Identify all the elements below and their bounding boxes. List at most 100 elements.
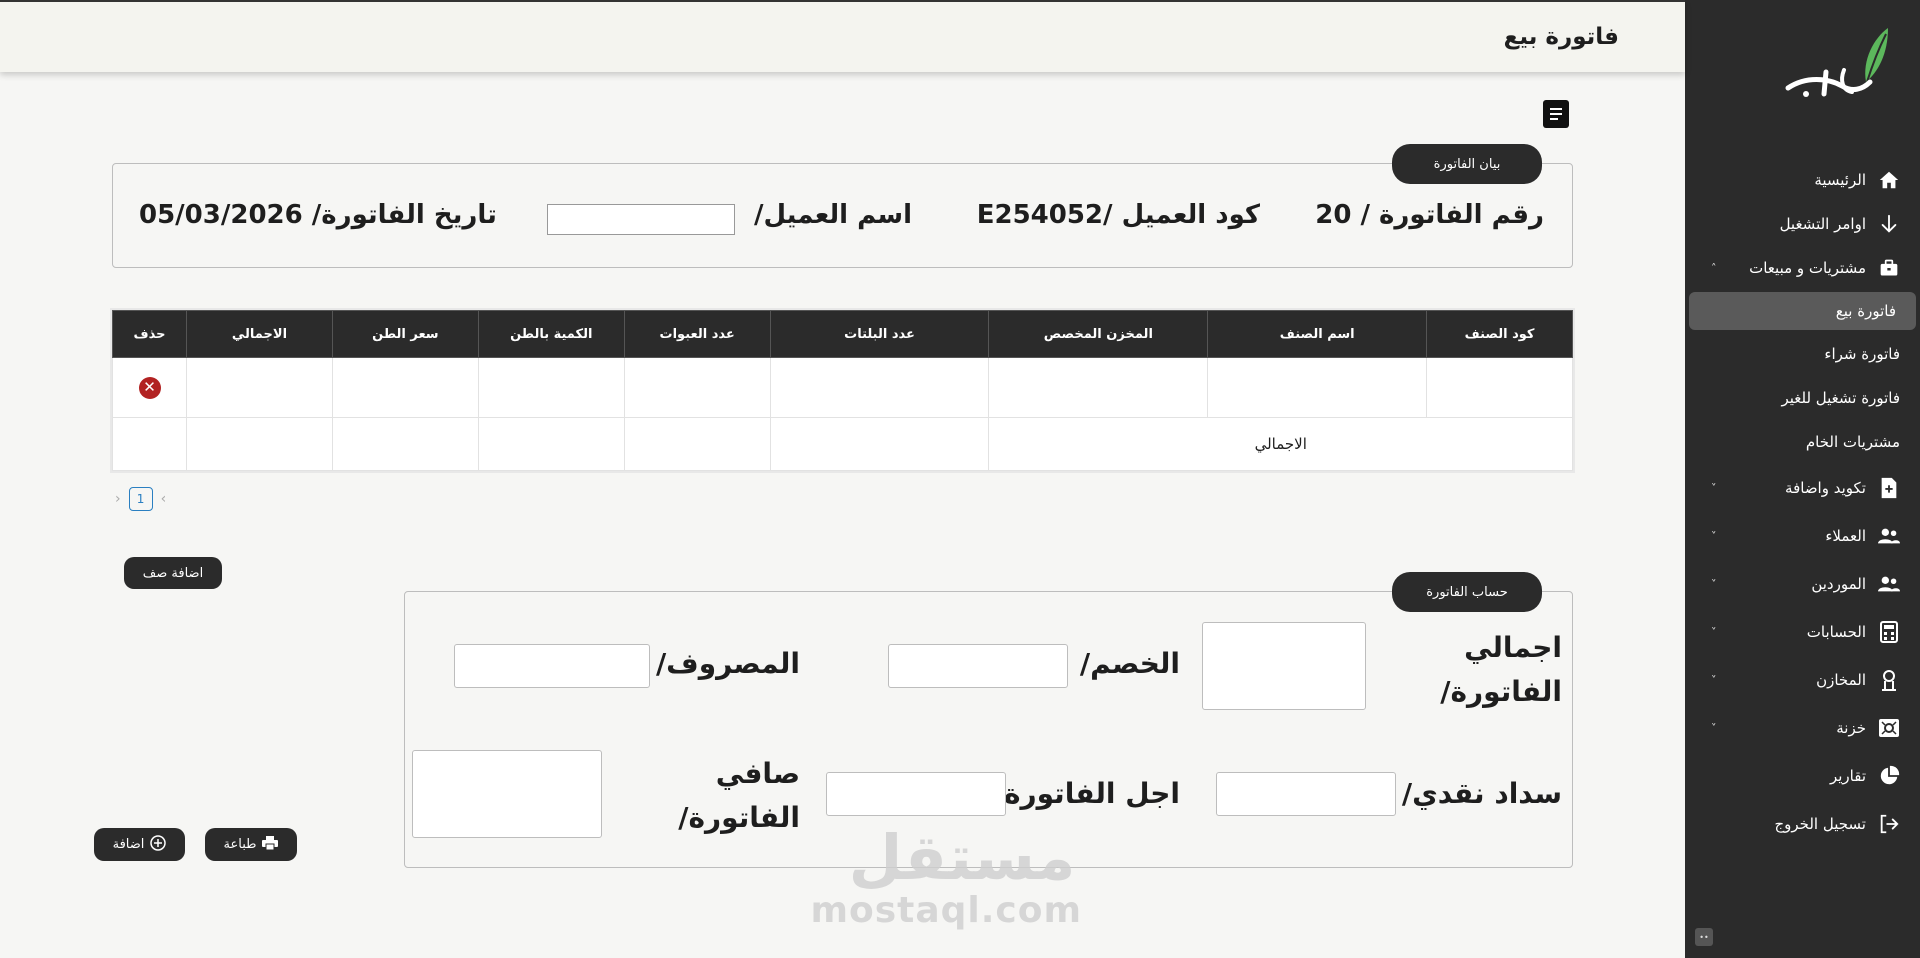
sidebar-item-label: الموردين	[1811, 575, 1866, 593]
sidebar-item-safe[interactable]: خزنة ˅	[1685, 704, 1920, 752]
invoice-info-box: بيان الفاتورة رقم الفاتورة / 20 كود العم…	[112, 144, 1573, 268]
net-invoice-label: صافي الفاتورة/	[678, 757, 800, 834]
sidebar-item-label: اوامر التشغيل	[1779, 215, 1866, 233]
chevron-up-icon[interactable]: ˄	[1711, 262, 1717, 275]
invoice-date: تاريخ الفاتورة/ 05/03/2026	[139, 200, 497, 230]
net-invoice-input[interactable]	[412, 750, 602, 838]
sidebar-item-label: تسجيل الخروج	[1774, 815, 1866, 833]
col-pallets: عدد البلتات	[769, 310, 990, 358]
file-plus-icon	[1876, 475, 1902, 501]
sidebar-item-customers[interactable]: العملاء ˅	[1685, 512, 1920, 560]
print-button[interactable]: طباعة	[205, 828, 297, 861]
total-label: الاجمالي	[988, 417, 1573, 471]
chevron-down-icon[interactable]: ˅	[1711, 530, 1717, 543]
total-cell-empty	[111, 417, 188, 471]
sidebar-item-operations[interactable]: اوامر التشغيل	[1685, 202, 1920, 246]
expense-input[interactable]	[454, 644, 650, 688]
table-header-row: كود الصنف اسم الصنف المخزن المخصص عدد ال…	[111, 310, 1573, 358]
plus-circle-icon	[150, 834, 167, 855]
total-cell-pallets	[769, 417, 990, 471]
print-label: طباعة	[223, 837, 257, 852]
users-icon	[1876, 571, 1902, 597]
sidebar-item-reports[interactable]: تقارير	[1685, 752, 1920, 800]
calculator-icon	[1876, 619, 1902, 645]
invoice-number: رقم الفاتورة / 20	[1315, 200, 1544, 230]
sidebar-subitem-label: فاتورة بيع	[1835, 302, 1896, 320]
sidebar-item-label: خزنة	[1836, 719, 1866, 737]
main-content: فاتورة بيع بيان الفاتورة رقم الفاتورة / …	[0, 0, 1685, 958]
deferred-input[interactable]	[826, 772, 1006, 816]
pagination: › 1 ‹	[115, 487, 166, 511]
customer-name-label: اسم العميل/	[753, 200, 912, 230]
sidebar-subitem-label: فاتورة تشغيل للغير	[1781, 389, 1900, 407]
top-header: فاتورة بيع	[0, 0, 1685, 72]
col-delete: حذف	[111, 310, 188, 358]
pie-chart-icon	[1876, 763, 1902, 789]
chevron-down-icon[interactable]: ˅	[1711, 578, 1717, 591]
cell-packages[interactable]	[623, 357, 771, 418]
home-icon	[1876, 167, 1902, 193]
sidebar-item-sales-purchases[interactable]: مشتريات و مبيعات ˄	[1685, 246, 1920, 290]
sidebar-item-suppliers[interactable]: الموردين ˅	[1685, 560, 1920, 608]
cell-price-ton[interactable]	[331, 357, 479, 418]
cell-delete: ✕	[111, 357, 188, 418]
chevron-down-icon[interactable]: ˅	[1711, 722, 1717, 735]
sidebar-item-logout[interactable]: تسجيل الخروج	[1685, 800, 1920, 848]
cell-pallets[interactable]	[769, 357, 990, 418]
customer-code: كود العميل /E254052	[976, 200, 1260, 230]
sidebar-subitem-purchase-invoice[interactable]: فاتورة شراء	[1685, 332, 1920, 376]
add-button[interactable]: اضافة	[94, 828, 185, 861]
briefcase-icon	[1876, 255, 1902, 281]
document-icon[interactable]	[1543, 100, 1569, 128]
pager-page-1[interactable]: 1	[128, 487, 153, 511]
cell-total[interactable]	[186, 357, 333, 418]
printer-icon	[262, 835, 279, 854]
col-quantity-ton: الكمية بالطن	[477, 310, 625, 358]
pager-next-icon[interactable]: ‹	[161, 491, 167, 507]
brand-logo	[1766, 20, 1906, 110]
cell-item-name[interactable]	[1207, 357, 1428, 418]
sidebar-subitem-raw-purchases[interactable]: مشتريات الخام	[1685, 420, 1920, 464]
col-total: الاجمالي	[186, 310, 333, 358]
col-warehouse: المخزن المخصص	[988, 310, 1209, 358]
discount-label: الخصم/	[1079, 647, 1180, 680]
sidebar-item-accounts[interactable]: الحسابات ˅	[1685, 608, 1920, 656]
watermark-arabic: مستقل	[848, 821, 1076, 894]
arrow-down-icon	[1876, 211, 1902, 237]
invoice-calc-legend: حساب الفاتورة	[1392, 572, 1542, 612]
users-icon	[1876, 523, 1902, 549]
sidebar-item-coding[interactable]: تكويد واضافة ˅	[1685, 464, 1920, 512]
table-total-row: الاجمالي	[111, 417, 1573, 471]
cell-quantity-ton[interactable]	[477, 357, 625, 418]
sidebar-subitem-operation-invoice[interactable]: فاتورة تشغيل للغير	[1685, 376, 1920, 420]
cell-item-code[interactable]	[1426, 357, 1573, 418]
sidebar-subitem-label: فاتورة شراء	[1824, 345, 1900, 363]
cell-warehouse[interactable]	[988, 357, 1209, 418]
dev-toolbar-icon[interactable]: ••	[1695, 928, 1713, 946]
sidebar-subitem-sales-invoice[interactable]: فاتورة بيع	[1689, 292, 1916, 330]
sidebar-item-warehouses[interactable]: المخازن ˅	[1685, 656, 1920, 704]
add-row-button[interactable]: اضافة صف	[124, 557, 222, 589]
delete-row-icon[interactable]: ✕	[138, 376, 161, 399]
chevron-down-icon[interactable]: ˅	[1711, 626, 1717, 639]
total-invoice-input[interactable]	[1202, 622, 1366, 710]
total-cell-quantity	[477, 417, 625, 471]
sidebar-item-label: مشتريات و مبيعات	[1749, 259, 1866, 277]
chevron-down-icon[interactable]: ˅	[1711, 674, 1717, 687]
cash-payment-input[interactable]	[1216, 772, 1396, 816]
chevron-down-icon[interactable]: ˅	[1711, 482, 1717, 495]
customer-name-input[interactable]	[547, 204, 735, 235]
sidebar-nav: الرئيسية اوامر التشغيل مشتريات و مبيعات …	[1685, 158, 1920, 848]
page-title: فاتورة بيع	[1503, 24, 1619, 50]
sidebar-item-label: الرئيسية	[1814, 171, 1866, 189]
discount-input[interactable]	[888, 644, 1068, 688]
col-price-ton: سعر الطن	[331, 310, 479, 358]
safe-icon	[1876, 715, 1902, 741]
sidebar-item-label: الحسابات	[1806, 623, 1866, 641]
sidebar: الرئيسية اوامر التشغيل مشتريات و مبيعات …	[1685, 0, 1920, 958]
sidebar-item-home[interactable]: الرئيسية	[1685, 158, 1920, 202]
total-cell-amount	[186, 417, 333, 471]
col-packages: عدد العبوات	[623, 310, 771, 358]
pager-prev-icon[interactable]: ›	[115, 491, 121, 507]
sidebar-subitem-label: مشتريات الخام	[1805, 433, 1900, 451]
